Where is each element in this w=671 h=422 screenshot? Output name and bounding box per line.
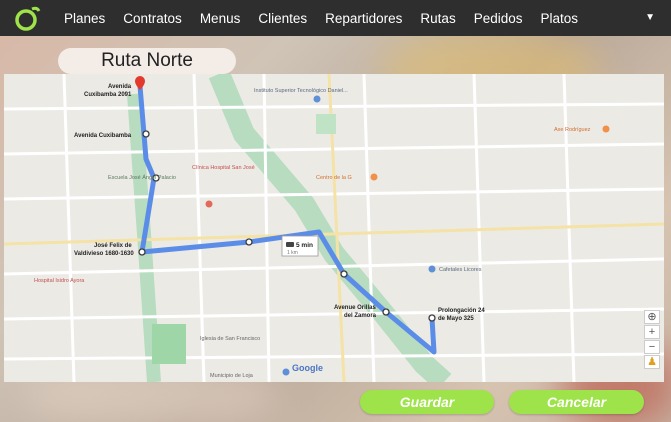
nav-item-contratos[interactable]: Contratos [123, 11, 182, 26]
poi-cafetales-label: Cafetales Licores [439, 267, 482, 273]
poi-institute-label: Instituto Superior Tecnológico Daniel... [254, 88, 348, 94]
nav-item-platos[interactable]: Platos [541, 11, 579, 26]
start-pin-icon[interactable] [135, 76, 145, 90]
zoom-in-button[interactable]: + [644, 325, 660, 339]
google-attribution: Google [292, 363, 323, 373]
waypoint-marker[interactable] [428, 314, 436, 322]
save-button[interactable]: Guardar [360, 390, 494, 414]
brand-logo-icon[interactable] [14, 5, 42, 31]
poi-cafetales-icon[interactable] [428, 265, 436, 273]
nav-dropdown-caret-icon[interactable]: ▼ [645, 12, 655, 23]
map-controls: ⊕ + − ♟ [644, 310, 660, 370]
stop-label-1b: Cuxibamba 2091 [84, 92, 132, 98]
poi-municipio-icon[interactable] [282, 368, 290, 376]
green-block [316, 114, 336, 134]
car-icon [286, 242, 294, 247]
pegman-icon[interactable]: ♟ [644, 355, 660, 369]
nav-item-menus[interactable]: Menus [200, 11, 241, 26]
waypoint-marker[interactable] [142, 130, 150, 138]
nav-item-pedidos[interactable]: Pedidos [474, 11, 523, 26]
poi-church-label: Iglesia de San Francisco [200, 336, 260, 342]
stop-label-4b: del Zamora [344, 313, 377, 319]
waypoint-marker[interactable] [340, 270, 348, 278]
poi-axe-label: Axe Rodríguez [554, 127, 591, 133]
waypoint-marker[interactable] [138, 248, 146, 256]
zoom-out-button[interactable]: − [644, 340, 660, 354]
nav-item-repartidores[interactable]: Repartidores [325, 11, 402, 26]
waypoint-marker[interactable] [382, 308, 390, 316]
page-title: Ruta Norte [58, 48, 236, 74]
poi-school-label: Escuela José Ángel Palacio [108, 174, 176, 181]
route-line [137, 83, 437, 355]
nav-item-rutas[interactable]: Rutas [420, 11, 455, 26]
poi-municipio-label: Municipio de Loja [210, 373, 254, 379]
poi-institute-icon[interactable] [313, 95, 321, 103]
cancel-button[interactable]: Cancelar [509, 390, 644, 414]
stop-label-5b: de Mayo 325 [438, 316, 474, 322]
poi-hospital-label: Hospital Isidro Ayora [34, 278, 85, 284]
poi-center-icon[interactable] [370, 173, 378, 181]
poi-clinic-label: Clínica Hospital San José [192, 165, 255, 171]
nav-item-clientes[interactable]: Clientes [258, 11, 307, 26]
stop-label-1a: Avenida [108, 84, 132, 90]
locate-icon[interactable]: ⊕ [644, 310, 660, 324]
map-canvas[interactable]: Avenida Cuxibamba 2091 Avenida Cuxibamba… [4, 74, 664, 382]
poi-center-label: Centro de la G [316, 175, 352, 181]
stop-label-2: Avenida Cuxibamba [74, 133, 132, 139]
park-block [152, 324, 186, 364]
poi-axe-icon[interactable] [602, 125, 610, 133]
stop-label-3a: José Felix de [94, 243, 132, 249]
top-navbar: Planes Contratos Menus Clientes Repartid… [0, 0, 671, 36]
waypoint-marker[interactable] [245, 238, 253, 246]
stop-label-4a: Avenue Orillas [334, 305, 376, 311]
nav-item-planes[interactable]: Planes [64, 11, 105, 26]
poi-clinic-icon[interactable] [205, 200, 213, 208]
nav-menu: Planes Contratos Menus Clientes Repartid… [64, 0, 596, 36]
route-map[interactable]: Avenida Cuxibamba 2091 Avenida Cuxibamba… [4, 74, 664, 382]
travel-distance-text: 1 km [287, 250, 298, 256]
stop-label-5a: Prolongación 24 [438, 308, 485, 314]
stop-label-3b: Valdivieso 1680-1630 [74, 251, 134, 257]
travel-time-text: 5 min [296, 242, 313, 249]
